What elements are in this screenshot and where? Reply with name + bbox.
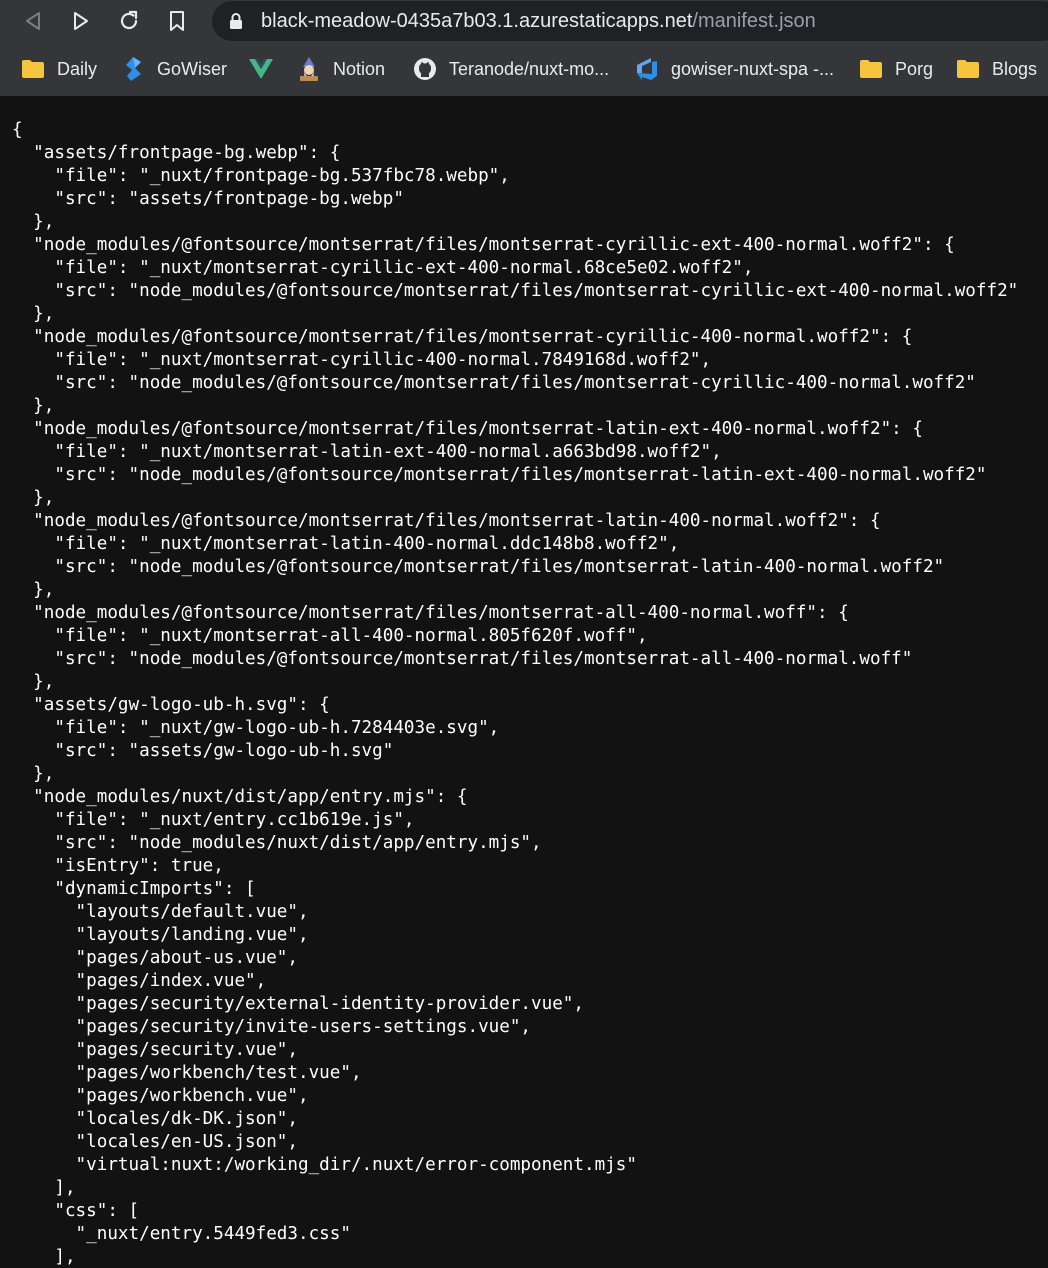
json-line: "src": "node_modules/@fontsource/montser… (12, 281, 1019, 301)
address-bar[interactable]: black-meadow-0435a7b03.1.azurestaticapps… (212, 1, 1048, 41)
bookmark-label: Teranode/nuxt-mo... (449, 59, 610, 79)
json-line: "virtual:nuxt:/working_dir/.nuxt/error-c… (12, 1155, 637, 1175)
bookmark-vue[interactable] (248, 55, 285, 83)
bookmark-label: GoWiser (157, 59, 228, 79)
json-line: }, (12, 304, 55, 324)
github-icon (412, 56, 438, 82)
url-path: /manifest.json (692, 10, 816, 32)
json-line: "node_modules/@fontsource/montserrat/fil… (12, 603, 849, 623)
forward-button[interactable] (66, 6, 96, 36)
bookmark-star-button[interactable] (162, 6, 192, 36)
back-button[interactable] (18, 6, 48, 36)
json-line: "file": "_nuxt/montserrat-all-400-normal… (12, 626, 648, 646)
bookmark-notion[interactable]: Notion (296, 55, 385, 83)
json-line: "pages/workbench.vue", (12, 1086, 309, 1106)
json-line: "_nuxt/entry.5449fed3.css" (12, 1224, 351, 1244)
bookmark-label: Daily (57, 59, 98, 79)
json-line: ], (12, 1247, 76, 1267)
json-line: "node_modules/@fontsource/montserrat/fil… (12, 235, 955, 255)
json-line: "pages/about-us.vue", (12, 948, 298, 968)
json-line: "src": "assets/frontpage-bg.webp" (12, 189, 404, 209)
json-line: "assets/gw-logo-ub-h.svg": { (12, 695, 330, 715)
reload-button[interactable] (114, 6, 144, 36)
gowiser-icon (120, 56, 146, 82)
json-line: }, (12, 488, 55, 508)
bookmark-label: Notion (333, 59, 386, 79)
json-line: "src": "node_modules/@fontsource/montser… (12, 649, 913, 669)
page-content: { "assets/frontpage-bg.webp": { "file": … (0, 96, 1048, 1268)
json-viewer: { "assets/frontpage-bg.webp": { "file": … (12, 119, 1018, 1268)
json-line: }, (12, 212, 55, 232)
json-line: "isEntry": true, (12, 856, 224, 876)
json-line: "file": "_nuxt/montserrat-latin-ext-400-… (12, 442, 722, 462)
folder-icon (858, 56, 884, 82)
json-line: "file": "_nuxt/entry.cc1b619e.js", (12, 810, 415, 830)
json-line: }, (12, 764, 55, 784)
bookmark-blogs[interactable]: Blogs (955, 55, 1037, 83)
bookmark-label: gowiser-nuxt-spa -... (671, 59, 835, 79)
browser-toolbar: black-meadow-0435a7b03.1.azurestaticapps… (0, 0, 1048, 42)
bookmark-icon (170, 11, 184, 31)
reload-icon (120, 10, 138, 30)
json-line: "pages/security.vue", (12, 1040, 298, 1060)
json-line: "pages/security/external-identity-provid… (12, 994, 584, 1014)
json-line: }, (12, 580, 55, 600)
json-line: "assets/frontpage-bg.webp": { (12, 143, 341, 163)
url-domain: black-meadow-0435a7b03.1.azurestaticapps… (261, 10, 693, 32)
json-line: "src": "node_modules/@fontsource/montser… (12, 373, 976, 393)
json-line: "src": "node_modules/nuxt/dist/app/entry… (12, 833, 542, 853)
bookmarks-bar: Daily GoWiser Notion Teranode/nuxt-mo...… (0, 42, 1048, 96)
folder-icon (955, 56, 981, 82)
json-line: "file": "_nuxt/montserrat-latin-400-norm… (12, 534, 680, 554)
json-line: "src": "node_modules/@fontsource/montser… (12, 557, 945, 577)
json-line: "node_modules/@fontsource/montserrat/fil… (12, 511, 881, 531)
bookmark-porg[interactable]: Porg (858, 55, 933, 83)
bookmark-label: Porg (895, 59, 934, 79)
json-line: "file": "_nuxt/gw-logo-ub-h.7284403e.svg… (12, 718, 500, 738)
json-line: "locales/en-US.json", (12, 1132, 298, 1152)
json-line: "node_modules/@fontsource/montserrat/fil… (12, 419, 923, 439)
bookmark-gowiser[interactable]: GoWiser (120, 55, 227, 83)
json-line: "node_modules/@fontsource/montserrat/fil… (12, 327, 913, 347)
json-line: "layouts/landing.vue", (12, 925, 309, 945)
azure-devops-icon (634, 56, 660, 82)
json-line: "file": "_nuxt/montserrat-cyrillic-ext-4… (12, 258, 754, 278)
url-text[interactable]: black-meadow-0435a7b03.1.azurestaticapps… (261, 9, 816, 33)
json-line: "layouts/default.vue", (12, 902, 309, 922)
json-line: }, (12, 672, 55, 692)
json-line: ], (12, 1178, 76, 1198)
json-line: "file": "_nuxt/frontpage-bg.537fbc78.web… (12, 166, 510, 186)
forward-arrow-icon (74, 12, 88, 30)
json-line: }, (12, 396, 55, 416)
bookmark-azure-devops[interactable]: gowiser-nuxt-spa -... (634, 55, 834, 83)
json-line: "dynamicImports": [ (12, 879, 256, 899)
lock-icon (230, 13, 242, 29)
json-line: "file": "_nuxt/montserrat-cyrillic-400-n… (12, 350, 712, 370)
json-line: "src": "assets/gw-logo-ub-h.svg" (12, 741, 394, 761)
bookmark-label: Blogs (992, 59, 1038, 79)
folder-icon (20, 56, 46, 82)
bookmark-daily[interactable]: Daily (20, 55, 97, 83)
notion-icon (296, 56, 322, 82)
json-line: "locales/dk-DK.json", (12, 1109, 298, 1129)
vue-icon (248, 56, 274, 82)
bookmark-github[interactable]: Teranode/nuxt-mo... (412, 55, 609, 83)
json-line: "src": "node_modules/@fontsource/montser… (12, 465, 987, 485)
json-line: "node_modules/nuxt/dist/app/entry.mjs": … (12, 787, 468, 807)
json-line: "css": [ (12, 1201, 140, 1221)
json-line: "pages/security/invite-users-settings.vu… (12, 1017, 532, 1037)
back-arrow-icon (26, 12, 40, 30)
json-line: { (12, 120, 23, 140)
json-line: "pages/workbench/test.vue", (12, 1063, 362, 1083)
json-line: "pages/index.vue", (12, 971, 267, 991)
